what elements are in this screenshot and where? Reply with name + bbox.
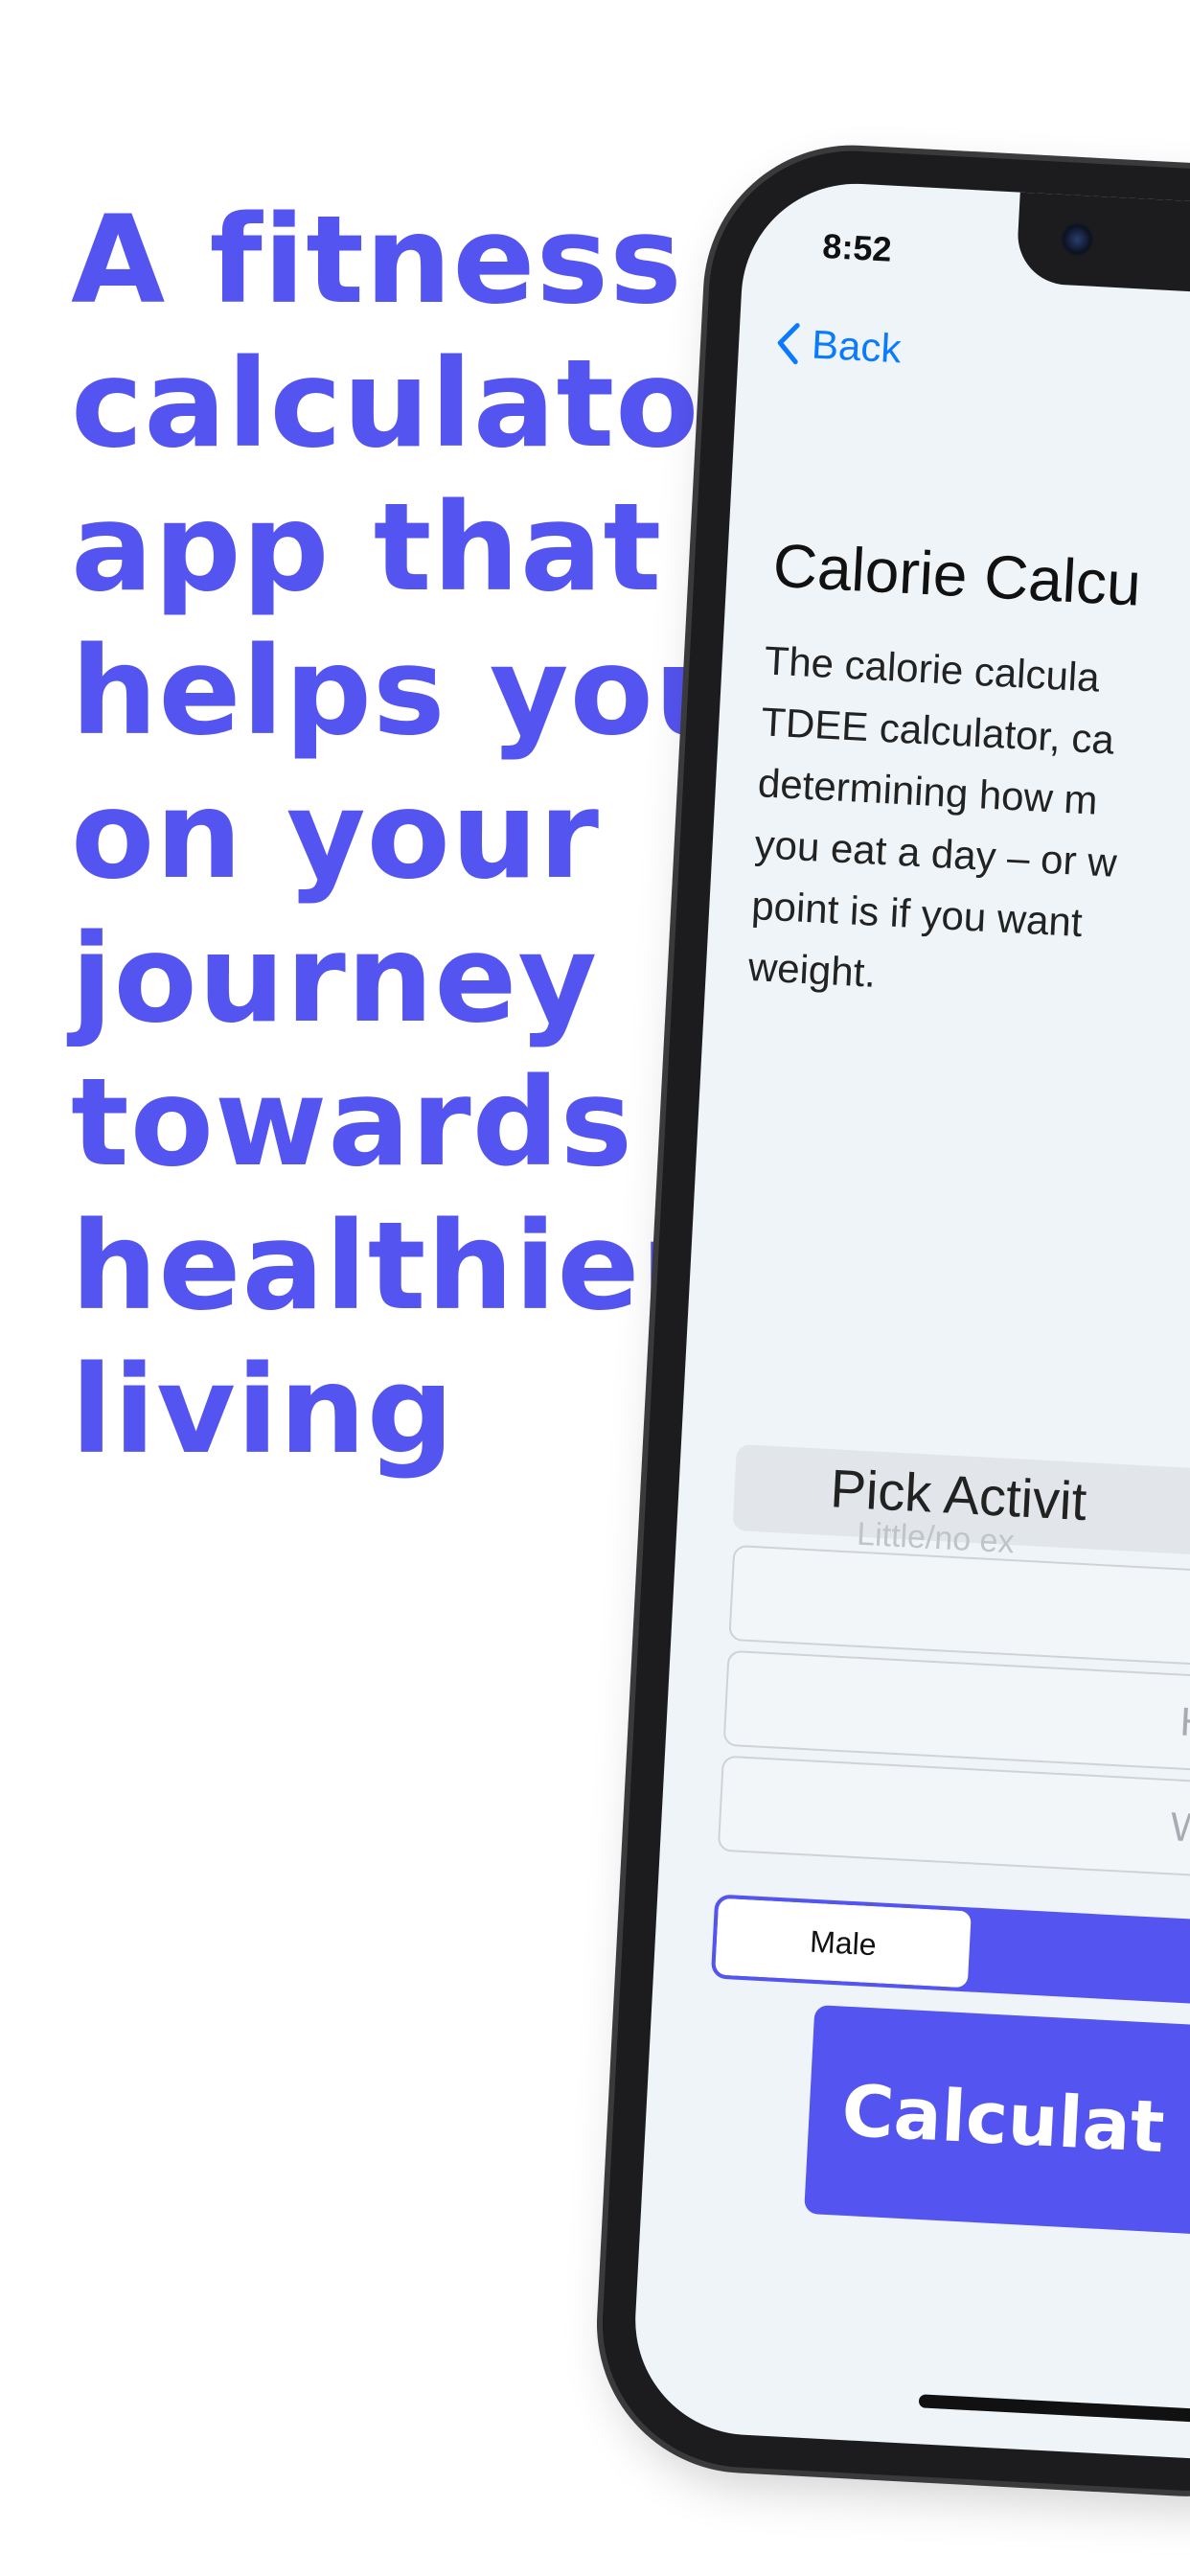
page-title: Calorie Calcu	[771, 530, 1143, 619]
front-camera-icon	[1059, 220, 1096, 258]
back-button[interactable]: Back	[774, 320, 903, 373]
description-text: The calorie calcula TDEE calculator, ca …	[746, 637, 1118, 996]
home-indicator	[918, 2394, 1190, 2432]
phone-mockup: 8:52 Back Calorie Calcu The calorie calc…	[595, 144, 1190, 2498]
segment-male[interactable]: Male	[715, 1898, 972, 1989]
calculate-button[interactable]: Calculat	[804, 2005, 1190, 2249]
status-time: 8:52	[821, 225, 893, 269]
gender-segmented-control[interactable]: Male	[710, 1894, 1190, 2019]
weight-field[interactable]	[717, 1755, 1190, 1891]
chevron-left-icon	[777, 323, 800, 365]
weight-input[interactable]	[719, 1757, 1190, 1889]
segment-other[interactable]	[968, 1911, 1190, 2014]
phone-mockup-area: 8:52 Back Calorie Calcu The calorie calc…	[0, 0, 1190, 2576]
notch	[1015, 188, 1190, 304]
back-label: Back	[810, 321, 903, 372]
